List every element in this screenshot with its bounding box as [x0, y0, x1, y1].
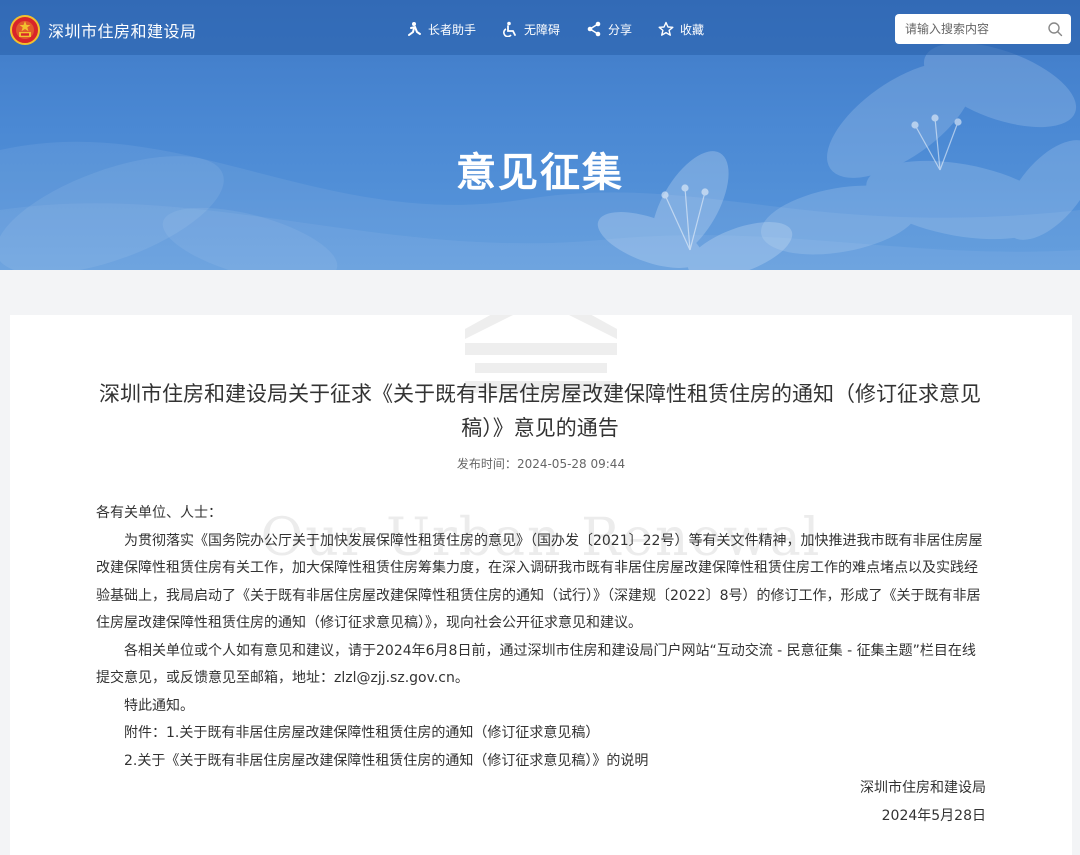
top-nav: 长者助手 无障碍 分享 — [406, 17, 730, 41]
site-brand[interactable]: 深圳市住房和建设局 — [10, 13, 197, 47]
nav-elder-assist-label: 长者助手 — [428, 21, 476, 38]
share-icon — [586, 21, 602, 37]
notice-line: 特此通知。 — [96, 693, 986, 721]
paragraph: 为贯彻落实《国务院办公厅关于加快发展保障性租赁住房的意见》（国办发〔2021〕2… — [96, 528, 986, 638]
star-icon — [658, 21, 674, 37]
nav-favorite-label: 收藏 — [680, 21, 704, 38]
header-banner: 深圳市住房和建设局 长者助手 无障碍 — [0, 0, 1080, 270]
nav-share-label: 分享 — [608, 21, 632, 38]
signature-date: 2024年5月28日 — [96, 803, 986, 831]
top-bar: 深圳市住房和建设局 长者助手 无障碍 — [0, 0, 1080, 55]
publish-time-label: 发布时间： — [457, 457, 517, 471]
accessibility-icon — [502, 21, 518, 37]
signature: 深圳市住房和建设局 — [96, 775, 986, 803]
attachment-link-2[interactable]: 2.关于《关于既有非居住房屋改建保障性租赁住房的通知（修订征求意见稿）》的说明 — [96, 748, 986, 776]
national-emblem-icon — [10, 15, 40, 45]
search-input[interactable] — [903, 21, 1047, 37]
article-title: 深圳市住房和建设局关于征求《关于既有非居住房屋改建保障性租赁住房的通知（修订征求… — [90, 377, 990, 445]
search-box — [895, 14, 1071, 44]
site-name: 深圳市住房和建设局 — [48, 18, 197, 42]
attachment-link-1[interactable]: 附件：1.关于既有非居住房屋改建保障性租赁住房的通知（修订征求意见稿） — [96, 720, 986, 748]
nav-elder-assist[interactable]: 长者助手 — [406, 21, 476, 38]
search-icon[interactable] — [1047, 21, 1063, 37]
publish-time: 发布时间：2024-05-28 09:44 — [10, 455, 1072, 472]
article-card: Our Urban Renewal 深圳市住房和建设局关于征求《关于既有非居住房… — [10, 315, 1072, 855]
article-body: 各有关单位、人士： 为贯彻落实《国务院办公厅关于加快发展保障性租赁住房的意见》（… — [96, 500, 986, 830]
nav-share[interactable]: 分享 — [586, 21, 632, 38]
paragraph: 各相关单位或个人如有意见和建议，请于2024年6月8日前，通过深圳市住房和建设局… — [96, 638, 986, 693]
elder-assist-icon — [406, 21, 422, 37]
publish-time-value: 2024-05-28 09:44 — [517, 457, 625, 471]
nav-accessibility-label: 无障碍 — [524, 21, 560, 38]
nav-favorite[interactable]: 收藏 — [658, 21, 704, 38]
salutation: 各有关单位、人士： — [96, 500, 986, 528]
banner-title: 意见征集 — [0, 140, 1080, 198]
nav-accessibility[interactable]: 无障碍 — [502, 21, 560, 38]
